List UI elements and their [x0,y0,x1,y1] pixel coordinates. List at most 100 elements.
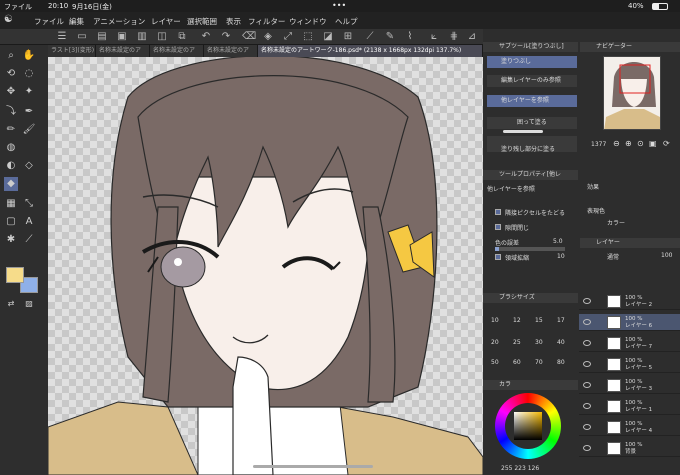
visibility-eye-icon[interactable] [583,403,591,409]
tab-doc-2[interactable]: 名称未設定のア [96,45,150,57]
visibility-eye-icon[interactable] [583,319,591,325]
subtool-item-enclose[interactable]: 囲って塗る [487,117,577,129]
visibility-eye-icon[interactable] [583,445,591,451]
eraser-icon[interactable]: ◇ [22,159,36,173]
tab-doc-3[interactable]: 名称未設定のア [150,45,204,57]
layer-row[interactable]: 100 % レイヤー 2 [579,293,680,310]
tolerance-slider[interactable] [495,247,565,251]
fit-icon[interactable]: ⊙ [637,139,644,148]
tab-doc-4[interactable]: 名称未設定のア [204,45,258,57]
menu-animation[interactable]: アニメーション [93,16,145,27]
import-icon[interactable]: ▥ [136,31,148,43]
blend-icon[interactable]: ◐ [4,159,18,173]
pencil-icon[interactable]: ✏ [4,123,18,137]
layer-row[interactable]: 100 % レイヤー 6 [579,314,680,331]
pen-settings-icon[interactable]: ✎ [384,31,396,43]
menu-file[interactable]: ファイル [34,16,64,27]
visibility-eye-icon[interactable] [583,340,591,346]
crop-icon[interactable]: ◫ [156,31,168,43]
adjacent-checkbox[interactable] [495,209,501,215]
layer-row[interactable]: 100 % レイヤー 1 [579,398,680,415]
eyedropper-icon[interactable]: ⤵ [4,105,18,119]
rotate-view-icon[interactable]: ⟳ [663,139,670,148]
blend-mode-select[interactable]: 通常 [607,252,619,261]
text-icon[interactable]: A [22,215,36,229]
gap-checkbox[interactable] [495,224,501,230]
main-color-swatch-front[interactable] [6,267,24,283]
canvas[interactable] [48,57,483,475]
visibility-eye-icon[interactable] [583,361,591,367]
expand-value[interactable]: 10 [557,253,565,260]
app-logo-icon[interactable]: ☯ [4,14,13,25]
snap-grid-icon[interactable]: ⋕ [448,31,460,43]
invert-selection-icon[interactable]: ◪ [322,31,334,43]
redo-icon[interactable]: ↷ [220,31,232,43]
layer-opacity[interactable]: 100 [661,252,672,259]
ruler-icon[interactable]: ⟋ [364,31,376,43]
menu-help[interactable]: ヘルプ [335,16,358,27]
pen-icon[interactable]: ✒ [22,105,36,119]
balloon-icon[interactable]: ✱ [4,233,18,247]
subtool-item-unfilled[interactable]: 塗り残し部分に塗る [487,136,577,153]
menu-view[interactable]: 表示 [226,16,241,27]
tab-doc-1[interactable]: ラスト[3](変形) [48,45,96,57]
tolerance-value[interactable]: 5.0 [553,238,563,245]
zoom-icon[interactable]: ⌕ [4,49,18,63]
move-icon[interactable]: ✥ [4,85,18,99]
hand-icon[interactable]: ✋ [22,49,36,63]
subtool-item-ref-other[interactable]: 他レイヤーを参照 [487,95,577,107]
brush-icon[interactable]: 🖌 [22,123,36,137]
save-icon[interactable]: ▣ [116,31,128,43]
select-all-icon[interactable]: ⊞ [342,31,354,43]
status-date: 9月16日(金) [72,3,112,11]
fill-bucket-icon[interactable]: ◆ [4,177,18,191]
swap-colors-icon[interactable]: ⇄ [4,297,18,311]
layer-row[interactable]: 100 % レイヤー 4 [579,419,680,436]
menu-layer[interactable]: レイヤー [151,16,181,27]
menu-filter[interactable]: フィルター [248,16,285,27]
lasso-icon[interactable]: ◌ [22,67,36,81]
layer-row[interactable]: 100 % 背景 [579,440,680,457]
copy-icon[interactable]: ⧉ [176,31,188,43]
fill-icon[interactable]: ◈ [262,31,274,43]
actual-size-icon[interactable]: ▣ [649,139,657,148]
new-file-icon[interactable]: ▭ [76,31,88,43]
layer-name: レイヤー 3 [625,386,653,392]
line-fix-icon[interactable]: ⟋ [22,233,36,247]
visibility-eye-icon[interactable] [583,382,591,388]
zoom-out-icon[interactable]: ⊖ [613,139,620,148]
gradient-icon[interactable]: ▦ [4,197,18,211]
color-mode-select[interactable]: カラー [607,218,625,227]
snap-ruler-icon[interactable]: ⊿ [466,31,478,43]
figure-icon[interactable]: ⤡ [22,197,36,211]
subtool-item-fill[interactable]: 塗りつぶし [487,56,577,68]
menu-selection[interactable]: 選択範囲 [187,16,217,27]
rotate-icon[interactable]: ⟲ [4,67,18,81]
transparent-color-icon[interactable]: ▨ [22,297,36,311]
more-dots-icon[interactable]: ••• [332,1,346,10]
visibility-eye-icon[interactable] [583,424,591,430]
tab-doc-active[interactable]: 名称未設定のアートワーク-186.psd* (2138 x 1668px 132… [258,45,483,57]
snap-icon[interactable]: ⟀ [428,31,440,43]
menu-edit[interactable]: 編集 [69,16,84,27]
transform-icon[interactable]: ⤢ [282,31,294,43]
menu-icon[interactable]: ☰ [56,31,68,43]
deselect-icon[interactable]: ⬚ [302,31,314,43]
subtool-item-ref-edit[interactable]: 編集レイヤーのみ参照 [487,75,577,87]
zoom-in-icon[interactable]: ⊕ [625,139,632,148]
airbrush-icon[interactable]: ◍ [4,141,18,155]
layer-row[interactable]: 100 % レイヤー 7 [579,335,680,352]
navigator-preview[interactable] [603,56,661,130]
layer-row[interactable]: 100 % レイヤー 3 [579,377,680,394]
visibility-eye-icon[interactable] [583,298,591,304]
open-icon[interactable]: ▤ [96,31,108,43]
expand-checkbox[interactable] [495,254,501,260]
undo-icon[interactable]: ↶ [200,31,212,43]
layer-row[interactable]: 100 % レイヤー 5 [579,356,680,373]
frame-icon[interactable]: ▢ [4,215,18,229]
magic-wand-icon[interactable]: ✦ [22,85,36,99]
layer-thumbnail [607,379,621,392]
stroke-icon[interactable]: ⌇ [404,31,416,43]
menu-window[interactable]: ウィンドウ [289,16,327,27]
clear-icon[interactable]: ⌫ [242,31,256,43]
